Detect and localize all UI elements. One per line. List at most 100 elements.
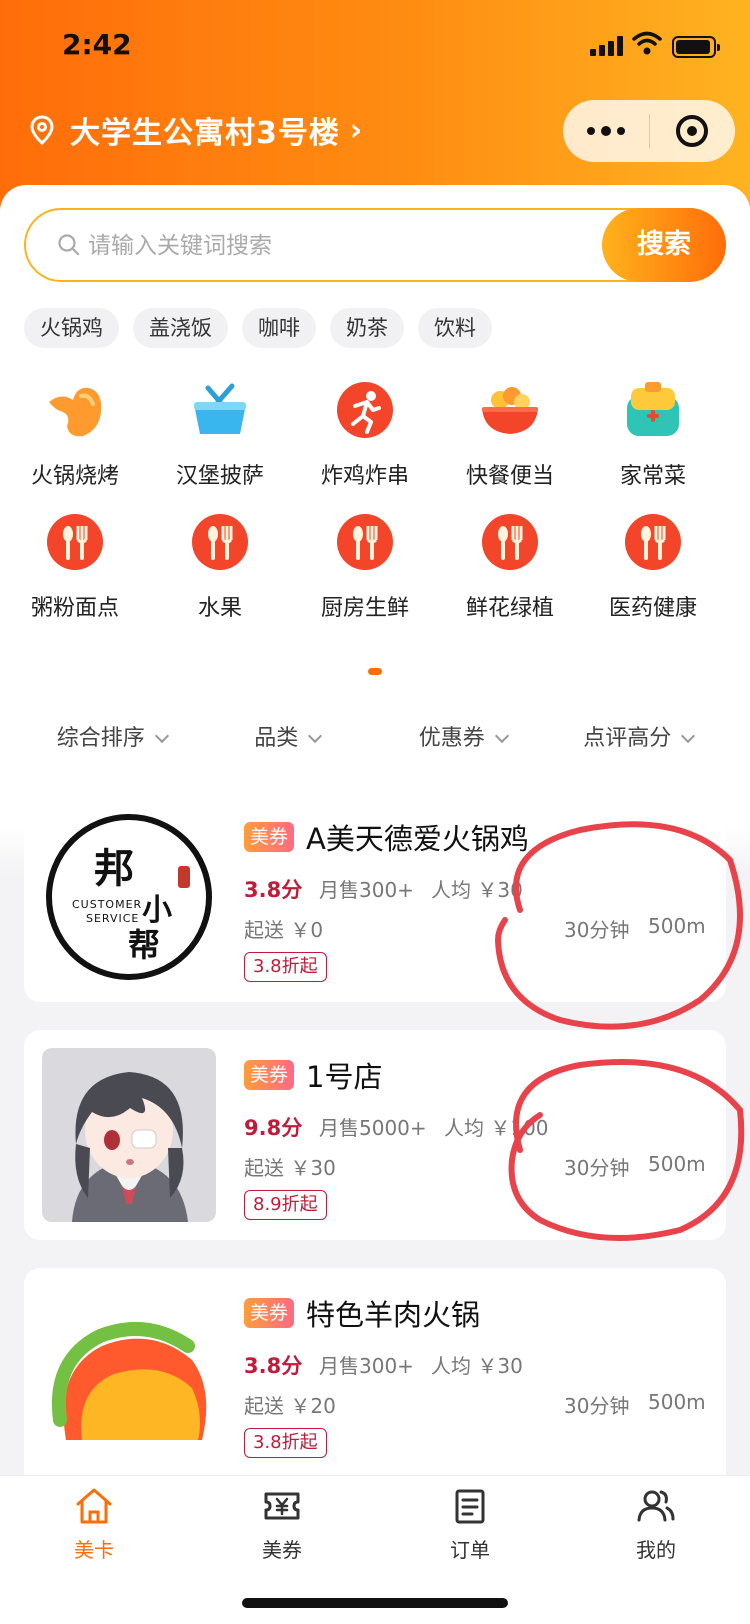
hot-keywords: 火锅鸡 盖浇饭 咖啡 奶茶 饮料 — [24, 308, 492, 348]
coupon-badge: 美券 — [244, 1298, 295, 1328]
filter-rating[interactable]: 点评高分 — [551, 720, 727, 752]
search-placeholder[interactable]: 请输入关键词搜索 — [88, 226, 272, 266]
filter-category[interactable]: 品类 — [200, 720, 376, 752]
svg-text:邦: 邦 — [94, 845, 134, 892]
category-label: 快餐便当 — [465, 464, 554, 489]
store-eta: 30分钟 — [564, 1156, 630, 1180]
coupon-icon — [264, 1492, 300, 1520]
duck-icon — [49, 387, 102, 437]
keyword-chip[interactable]: 盖浇饭 — [133, 308, 228, 348]
svg-text:SERVICE: SERVICE — [86, 912, 139, 925]
category-item[interactable]: 火锅烧烤 — [0, 378, 150, 490]
utensils-icon — [482, 514, 538, 570]
chevron-down-icon — [308, 728, 323, 744]
tab-label: 我的 — [636, 1538, 676, 1562]
store-score: 3.8分 — [244, 878, 303, 902]
store-distance: 500m — [648, 1390, 706, 1414]
category-label: 鲜花绿植 — [465, 596, 554, 621]
category-label: 家常菜 — [619, 464, 686, 489]
category-label: 厨房生鲜 — [320, 596, 409, 621]
bowl-icon — [482, 387, 538, 434]
category-item[interactable]: 鲜花绿植 — [435, 510, 585, 622]
page-indicator — [368, 668, 382, 675]
filter-label: 综合排序 — [56, 726, 145, 751]
tab-coupon[interactable]: 美券 — [188, 1486, 376, 1563]
status-time: 2:42 — [62, 28, 132, 61]
category-label: 水果 — [197, 596, 242, 621]
category-label: 粥粉面点 — [30, 596, 119, 621]
store-name: 1号店 — [306, 1060, 383, 1094]
svg-text:帮: 帮 — [128, 926, 160, 964]
filter-label: 点评高分 — [583, 726, 672, 751]
svg-text:CUSTOMER: CUSTOMER — [72, 898, 142, 911]
search-bar[interactable]: 请输入关键词搜索 搜索 — [24, 208, 726, 282]
location-text: 大学生公寓村3号楼 — [70, 116, 340, 151]
category-item[interactable]: 厨房生鲜 — [290, 510, 440, 622]
store-logo — [42, 1290, 216, 1464]
utensils-icon — [625, 514, 681, 570]
tab-orders[interactable]: 订单 — [376, 1486, 564, 1563]
filter-bar: 综合排序 品类 优惠券 点评高分 — [24, 700, 726, 772]
discount-tag: 8.9折起 — [244, 1190, 327, 1220]
tab-label: 订单 — [450, 1538, 490, 1562]
discount-tag: 3.8折起 — [244, 952, 327, 982]
store-avg-price: 人均 ￥30 — [431, 878, 523, 902]
store-logo: 邦 CUSTOMER SERVICE 小 帮 — [42, 810, 216, 984]
tab-home[interactable]: 美卡 — [0, 1486, 188, 1563]
keyword-chip[interactable]: 咖啡 — [242, 308, 316, 348]
tab-profile[interactable]: 我的 — [562, 1486, 750, 1563]
location-pin-icon — [30, 115, 54, 145]
miniprogram-capsule — [563, 100, 735, 162]
category-label: 医药健康 — [608, 596, 697, 621]
store-name: A美天德爱火锅鸡 — [306, 822, 529, 856]
search-icon — [58, 234, 80, 256]
order-list-icon — [455, 1489, 485, 1524]
wifi-icon — [632, 31, 662, 55]
discount-tag: 3.8折起 — [244, 1428, 327, 1458]
tab-label: 美卡 — [74, 1538, 114, 1562]
coupon-badge: 美券 — [244, 822, 295, 852]
close-target-icon[interactable] — [650, 100, 736, 162]
store-distance: 500m — [648, 1152, 706, 1176]
more-icon[interactable] — [563, 100, 649, 162]
category-item[interactable]: 粥粉面点 — [0, 510, 150, 622]
category-label: 火锅烧烤 — [30, 464, 119, 489]
store-eta: 30分钟 — [564, 1394, 630, 1418]
svg-text:小: 小 — [142, 893, 172, 928]
store-score: 9.8分 — [244, 1116, 303, 1140]
status-bar: 2:42 — [0, 24, 750, 68]
filter-sort[interactable]: 综合排序 — [24, 720, 200, 752]
battery-icon — [672, 36, 720, 58]
store-min-order: 起送 ￥30 — [244, 1156, 336, 1180]
category-item[interactable]: 家常菜 — [578, 378, 728, 490]
lunchbox-icon — [627, 382, 679, 436]
filter-coupon[interactable]: 优惠券 — [375, 720, 551, 752]
store-avg-price: 人均 ￥100 — [444, 1116, 549, 1140]
location-selector[interactable]: 大学生公寓村3号楼 › — [30, 108, 362, 152]
store-min-order: 起送 ￥0 — [244, 918, 324, 942]
category-label: 汉堡披萨 — [175, 464, 264, 489]
store-avatar — [42, 1048, 216, 1222]
category-item[interactable]: 医药健康 — [578, 510, 728, 622]
store-card[interactable]: 美券 1号店 9.8分 月售5000+ 人均 ￥100 起送 ￥30 30分钟 … — [24, 1030, 726, 1240]
keyword-chip[interactable]: 奶茶 — [330, 308, 404, 348]
category-item[interactable]: 水果 — [145, 510, 295, 622]
category-item[interactable]: 快餐便当 — [435, 378, 585, 490]
keyword-chip[interactable]: 饮料 — [418, 308, 492, 348]
store-card[interactable]: 美券 特色羊肉火锅 3.8分 月售300+ 人均 ￥30 起送 ￥20 30分钟… — [24, 1268, 726, 1488]
store-card[interactable]: 邦 CUSTOMER SERVICE 小 帮 美券 A美天德爱火锅鸡 3.8分 … — [24, 792, 726, 1002]
chevron-down-icon — [154, 728, 169, 744]
category-item[interactable]: 炸鸡炸串 — [290, 378, 440, 490]
tab-label: 美券 — [262, 1538, 302, 1562]
signal-icon — [590, 36, 624, 56]
utensils-icon — [47, 514, 103, 570]
filter-label: 品类 — [254, 726, 299, 751]
chevron-down-icon — [494, 728, 509, 744]
keyword-chip[interactable]: 火锅鸡 — [24, 308, 119, 348]
search-button[interactable]: 搜索 — [602, 208, 726, 282]
store-min-order: 起送 ￥20 — [244, 1394, 336, 1418]
utensils-icon — [192, 514, 248, 570]
store-avg-price: 人均 ￥30 — [431, 1354, 523, 1378]
category-item[interactable]: 汉堡披萨 — [145, 378, 295, 490]
home-indicator — [242, 1598, 508, 1608]
